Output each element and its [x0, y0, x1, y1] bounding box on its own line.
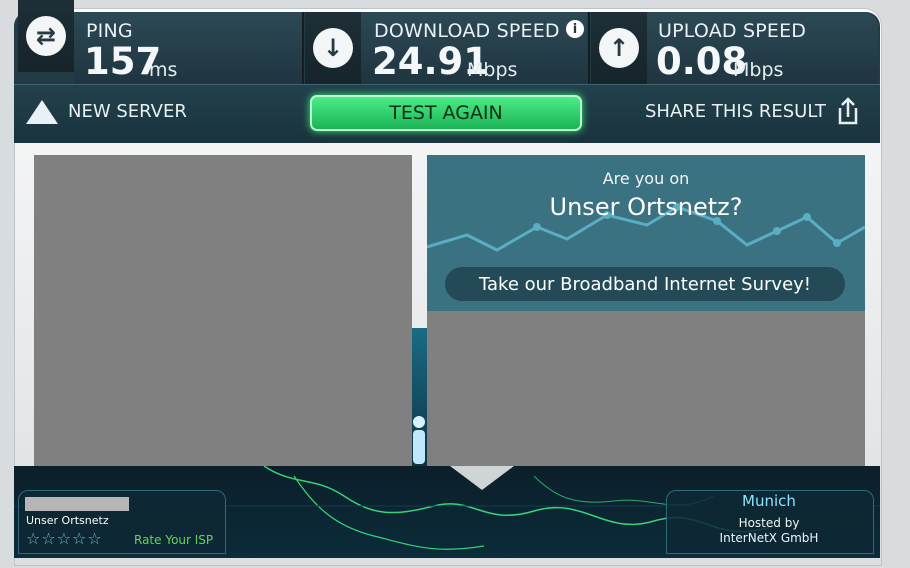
test-again-button[interactable]: TEST AGAIN	[310, 95, 582, 131]
download-unit: Mbps	[467, 59, 518, 81]
survey-cta-button[interactable]: Take our Broadband Internet Survey!	[445, 267, 845, 301]
person-icon	[410, 414, 428, 466]
download-arrow-icon: ↓	[313, 28, 353, 68]
rating-stars[interactable]: ☆☆☆☆☆	[26, 529, 103, 548]
download-label: DOWNLOAD SPEED	[374, 20, 560, 42]
rate-isp-link[interactable]: Rate Your ISP	[134, 533, 213, 547]
ad-placeholder-right	[427, 311, 865, 466]
divider	[302, 12, 304, 84]
upload-icon-box: ↑	[591, 12, 647, 84]
hosted-by-label: Hosted by	[738, 516, 800, 530]
isp-name: Unser Ortsnetz	[26, 514, 109, 527]
server-icon[interactable]	[26, 100, 58, 124]
divider	[588, 12, 590, 84]
upload-unit: Mbps	[733, 59, 784, 81]
survey-question-line2: Unser Ortsnetz?	[549, 193, 743, 221]
gauge-pointer	[450, 466, 514, 490]
ping-arrows-icon: ⇄	[26, 16, 66, 56]
ad-placeholder-left	[34, 155, 412, 466]
ping-icon-box: ⇄	[18, 0, 74, 72]
ping-unit: ms	[149, 59, 178, 81]
new-server-button[interactable]: NEW SERVER	[68, 101, 187, 122]
ping-label: PING	[86, 20, 133, 42]
ip-address-redacted	[25, 497, 129, 511]
survey-banner[interactable]: Are you on Unser Ortsnetz? Take our Broa…	[427, 155, 865, 311]
upload-arrow-icon: ↑	[599, 28, 639, 68]
share-result-button[interactable]: SHARE THIS RESULT	[645, 101, 826, 122]
survey-question-line1: Are you on	[602, 169, 690, 188]
download-icon-box: ↓	[305, 12, 361, 84]
info-icon[interactable]: i	[566, 20, 584, 38]
share-icon[interactable]	[835, 96, 861, 126]
upload-label: UPLOAD SPEED	[658, 20, 807, 42]
server-city: Munich	[742, 492, 796, 510]
host-name: InterNetX GmbH	[719, 531, 819, 545]
